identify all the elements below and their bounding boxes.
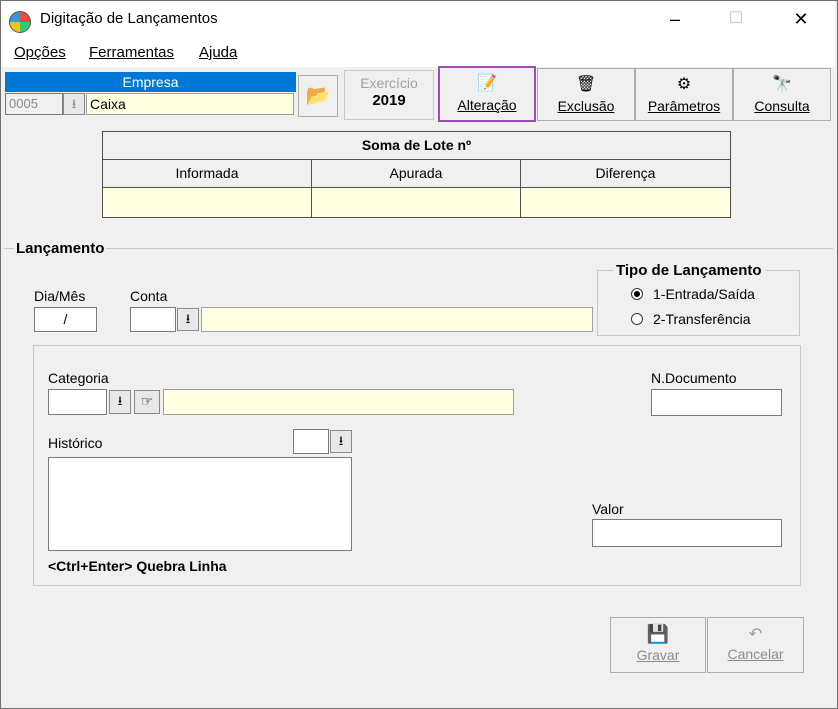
tipo-opt2-label[interactable]: 2-Transferência bbox=[653, 311, 751, 327]
lote-apurada-cell bbox=[311, 187, 521, 218]
exclusao-button[interactable]: 🗑 Exclusão bbox=[537, 68, 635, 121]
maximize-button[interactable]: ☐ bbox=[713, 4, 759, 34]
dia-mes-field[interactable]: / bbox=[34, 307, 97, 332]
exclusao-label: Exclusão bbox=[557, 98, 615, 114]
cancelar-button[interactable]: ↶ Cancelar bbox=[707, 617, 804, 673]
historico-code-field[interactable] bbox=[293, 429, 329, 454]
menu-opcoes[interactable]: Opções bbox=[14, 44, 66, 61]
gravar-button[interactable]: 💾 Gravar bbox=[610, 617, 706, 673]
dia-mes-label: Dia/Mês bbox=[34, 288, 86, 304]
historico-label: Histórico bbox=[48, 435, 103, 451]
ndocumento-label: N.Documento bbox=[651, 370, 737, 386]
lancamento-title: Lançamento bbox=[14, 240, 107, 257]
pointing-hand-icon[interactable]: ☞ bbox=[134, 390, 160, 414]
categoria-dropdown-icon[interactable]: ⭳ bbox=[109, 390, 131, 414]
alteracao-label: Alteração bbox=[457, 97, 517, 113]
historico-dropdown-icon[interactable]: ⭳ bbox=[330, 430, 352, 453]
parametros-button[interactable]: ⚙ Parâmetros bbox=[635, 68, 733, 121]
tipo-opt2-radio[interactable] bbox=[631, 313, 643, 325]
menu-ajuda[interactable]: Ajuda bbox=[199, 44, 237, 61]
save-icon: 💾 bbox=[646, 624, 670, 644]
gravar-label: Gravar bbox=[636, 647, 680, 663]
empresa-header: Empresa bbox=[5, 72, 296, 92]
open-folder-icon[interactable]: 📂 bbox=[298, 75, 338, 117]
empresa-name-field[interactable]: Caixa bbox=[86, 93, 294, 115]
quebra-linha-hint: <Ctrl+Enter> Quebra Linha bbox=[48, 558, 227, 574]
lote-col-informada: Informada bbox=[102, 159, 312, 188]
minimize-button[interactable]: – bbox=[652, 4, 698, 34]
close-button[interactable]: ✕ bbox=[778, 4, 824, 34]
edit-document-icon: 📝 bbox=[477, 75, 497, 92]
conta-name-field[interactable] bbox=[201, 307, 593, 332]
app-icon bbox=[9, 11, 31, 33]
exercicio-label: Exercício bbox=[360, 75, 418, 91]
categoria-label: Categoria bbox=[48, 370, 109, 386]
categoria-code-field[interactable] bbox=[48, 389, 107, 415]
tipo-lancamento-title: Tipo de Lançamento bbox=[613, 262, 765, 279]
settings-icon: ⚙ bbox=[676, 76, 692, 93]
consulta-button[interactable]: 🔭 Consulta bbox=[733, 68, 831, 121]
conta-code-field[interactable] bbox=[130, 307, 176, 332]
tipo-opt1-label[interactable]: 1-Entrada/Saída bbox=[653, 286, 755, 302]
historico-textarea[interactable] bbox=[48, 457, 352, 551]
menu-ferramentas[interactable]: Ferramentas bbox=[89, 44, 174, 61]
lote-col-diferenca: Diferença bbox=[520, 159, 731, 188]
binoculars-icon: 🔭 bbox=[772, 76, 792, 93]
lote-informada-cell[interactable] bbox=[102, 187, 312, 218]
alteracao-button[interactable]: 📝 Alteração bbox=[438, 66, 536, 122]
consulta-label: Consulta bbox=[754, 98, 810, 114]
undo-icon: ↶ bbox=[748, 626, 763, 643]
parametros-label: Parâmetros bbox=[647, 98, 721, 114]
cancelar-label: Cancelar bbox=[727, 646, 784, 662]
empresa-code-field[interactable]: 0005 bbox=[5, 93, 63, 115]
recycle-bin-icon: 🗑 bbox=[575, 76, 597, 93]
valor-label: Valor bbox=[592, 501, 624, 517]
lote-diferenca-cell bbox=[520, 187, 731, 218]
categoria-name-field[interactable] bbox=[163, 389, 514, 415]
lote-col-apurada: Apurada bbox=[311, 159, 521, 188]
conta-label: Conta bbox=[130, 288, 168, 304]
conta-dropdown-icon[interactable]: ⭳ bbox=[177, 308, 199, 331]
exercicio-box: Exercício 2019 bbox=[344, 70, 434, 120]
empresa-dropdown-icon[interactable]: ⭳ bbox=[63, 93, 85, 115]
window-title: Digitação de Lançamentos bbox=[40, 10, 218, 27]
ndocumento-field[interactable] bbox=[651, 389, 782, 416]
tipo-opt1-radio[interactable] bbox=[631, 288, 643, 300]
valor-field[interactable] bbox=[592, 519, 782, 547]
exercicio-year: 2019 bbox=[372, 92, 406, 109]
lote-title: Soma de Lote nº bbox=[102, 131, 731, 160]
